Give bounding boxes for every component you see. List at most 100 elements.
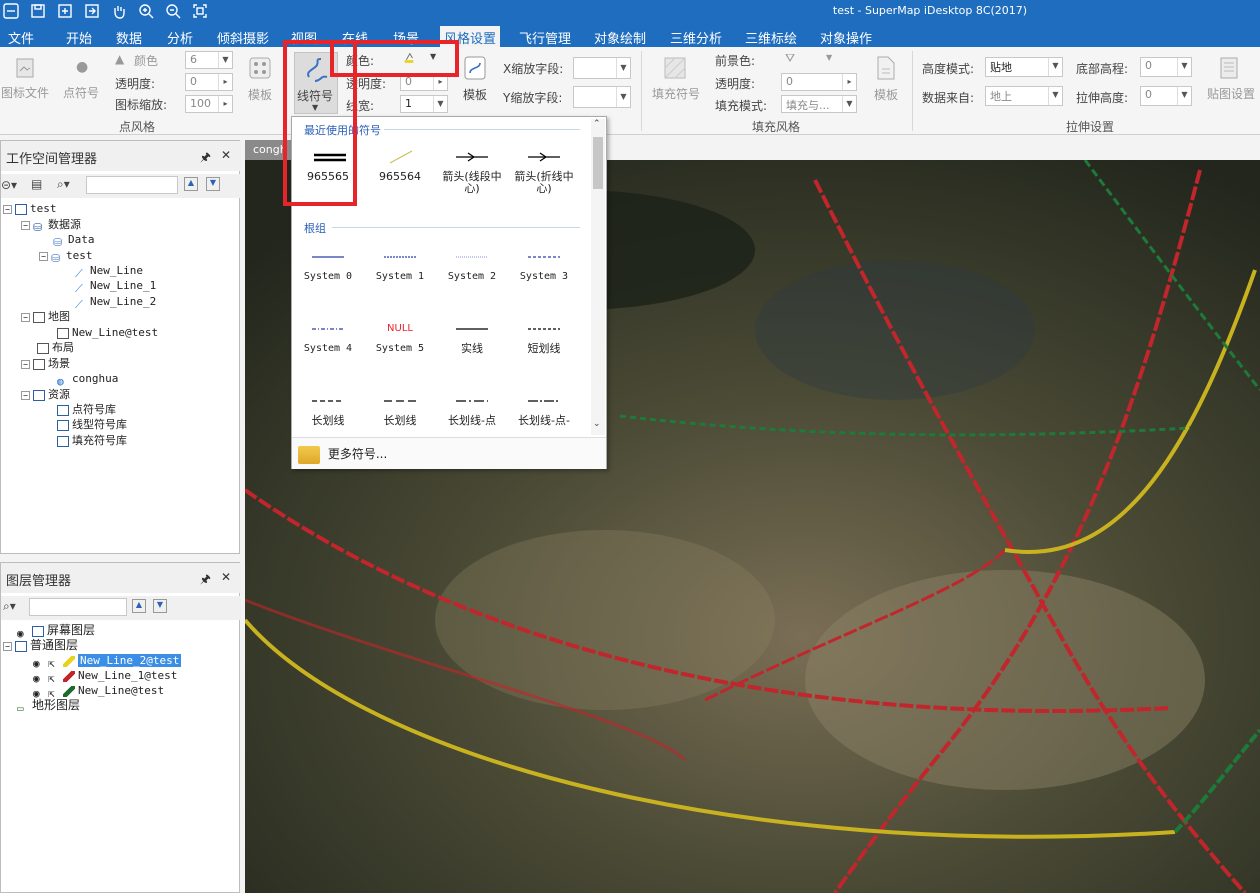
layer-node-new-line-1[interactable]: ◉ ⇱ New_Line_1@test	[33, 668, 177, 685]
bottom-altitude-field[interactable]: 0 ▼	[1140, 57, 1192, 77]
tree-node-new-line[interactable]: ⟋ New_Line	[75, 263, 143, 280]
down-arrow-icon[interactable]: ▼	[153, 599, 167, 613]
scroll-down-icon[interactable]: ⌄	[593, 419, 601, 429]
tab-object-draw[interactable]: 对象绘制	[594, 28, 646, 47]
icon-scale-field[interactable]: 100 ▸	[185, 95, 233, 113]
symbol-965565[interactable]: 965565	[292, 149, 364, 209]
scroll-thumb[interactable]	[593, 137, 603, 189]
tab-3d-analysis[interactable]: 三维分析	[670, 28, 722, 47]
symbol-system-0[interactable]: System 0	[292, 249, 364, 309]
tree-node-resources[interactable]: − 资源	[21, 387, 70, 402]
texture-settings-label[interactable]: 贴图设置	[1207, 85, 1255, 102]
y-scale-field-select[interactable]: ▼	[573, 86, 631, 108]
up-arrow-icon[interactable]: ▲	[132, 599, 146, 613]
chevron-down-icon[interactable]: ▼	[1048, 87, 1062, 105]
open-window-icon[interactable]	[83, 3, 101, 21]
tree-node-layout[interactable]: 布局	[37, 340, 74, 355]
workspace-search-input[interactable]	[86, 176, 178, 194]
up-arrow-icon[interactable]: ▲	[184, 177, 198, 191]
tab-oblique-photo[interactable]: 倾斜摄影	[217, 28, 269, 47]
tab-online[interactable]: 在线	[342, 28, 368, 47]
fill-symbol-label[interactable]: 填充符号	[652, 85, 700, 102]
line-transparency-field[interactable]: 0 ▸	[400, 73, 448, 91]
workspace-open-icon[interactable]: ⊝▾	[1, 178, 17, 192]
tree-node-map-new-line[interactable]: New_Line@test	[57, 325, 158, 340]
tab-analysis[interactable]: 分析	[167, 28, 193, 47]
tab-data[interactable]: 数据	[116, 28, 142, 47]
tab-scene[interactable]: 场景	[393, 28, 419, 47]
chevron-down-icon[interactable]: ▼	[218, 52, 232, 68]
line-template-button[interactable]	[460, 53, 496, 87]
height-mode-select[interactable]: 贴地 ▼	[985, 57, 1063, 77]
tree-node-conghua[interactable]: ◍ conghua	[57, 371, 118, 388]
layer-search-input[interactable]	[29, 598, 127, 616]
symbol-arrow-polyline-center[interactable]: 箭头(折线中 心)	[508, 149, 580, 209]
fill-template-button[interactable]	[870, 53, 906, 87]
x-scale-field-select[interactable]: ▼	[573, 57, 631, 79]
tab-file[interactable]: 文件	[8, 28, 34, 47]
point-symbol-label[interactable]: 点符号	[63, 84, 99, 101]
symbol-system-1[interactable]: System 1	[364, 249, 436, 309]
symbol-solid-line[interactable]: 实线	[436, 321, 508, 381]
chevron-down-icon[interactable]: ▼	[430, 52, 436, 61]
tree-node-new-line-1[interactable]: ⟋ New_Line_1	[75, 278, 156, 295]
point-color-label[interactable]: 颜色	[134, 52, 158, 69]
line-symbol-button[interactable]: 线符号 ▼	[294, 52, 338, 114]
layer-node-new-line-2[interactable]: ◉ ⇱ New_Line_2@test	[33, 653, 182, 670]
search-icon[interactable]: ⌕▾	[57, 177, 70, 192]
scroll-up-icon[interactable]: ⌃	[593, 119, 601, 129]
point-template-button[interactable]	[245, 53, 281, 87]
symbol-system-4[interactable]: System 4	[292, 321, 364, 381]
spin-icon[interactable]: ▸	[218, 74, 232, 90]
tree-node-new-line-2[interactable]: ⟋ New_Line_2	[75, 294, 156, 311]
chevron-down-icon[interactable]: ▼	[842, 96, 856, 112]
workspace-doc-icon[interactable]: ▤	[31, 177, 42, 191]
tree-node-scenes[interactable]: − 场景	[21, 356, 70, 371]
tree-node-test-datasource[interactable]: − ⛁ test	[39, 248, 93, 265]
data-from-select[interactable]: 地上 ▼	[985, 86, 1063, 106]
layer-node-terrain[interactable]: ▭ 地形图层	[17, 698, 80, 715]
new-window-icon[interactable]	[56, 3, 74, 21]
point-symbol-icon[interactable]: ●	[76, 59, 88, 75]
line-width-field[interactable]: 1 ▼	[400, 95, 448, 113]
tree-node-point-lib[interactable]: 点符号库	[57, 402, 116, 417]
pan-hand-icon[interactable]	[110, 3, 128, 21]
fill-symbol-button[interactable]	[660, 53, 696, 87]
symbol-system-5[interactable]: NULL System 5	[364, 321, 436, 381]
fill-template-label[interactable]: 模板	[874, 86, 898, 103]
close-icon[interactable]: ✕	[221, 148, 231, 169]
pin-icon[interactable]: 🖈	[200, 148, 211, 169]
more-symbols-button[interactable]: 更多符号...	[292, 437, 606, 469]
symbol-system-3[interactable]: System 3	[508, 249, 580, 309]
down-arrow-icon[interactable]: ▼	[206, 177, 220, 191]
extrude-height-field[interactable]: 0 ▼	[1140, 86, 1192, 106]
fill-mode-select[interactable]: 填充与... ▼	[781, 95, 857, 113]
tab-3d-plot[interactable]: 三维标绘	[745, 28, 797, 47]
fill-bucket-icon[interactable]: ⛛	[785, 51, 795, 66]
symbol-965564[interactable]: 965564	[364, 149, 436, 209]
save-icon[interactable]	[29, 3, 47, 21]
full-extent-icon[interactable]	[191, 3, 209, 21]
search-icon[interactable]: ⌕▾	[3, 599, 16, 614]
layer-node-new-line[interactable]: ◉ ⇱ New_Line@test	[33, 683, 164, 700]
symbol-short-dash[interactable]: 短划线	[508, 321, 580, 381]
pin-icon[interactable]: 🖈	[200, 570, 211, 591]
spin-icon[interactable]: ▸	[218, 96, 232, 112]
zoom-in-icon[interactable]	[137, 3, 155, 21]
tab-view[interactable]: 视图	[291, 28, 317, 47]
tree-node-data[interactable]: ⛁ Data	[53, 232, 95, 249]
app-icon[interactable]	[2, 3, 20, 21]
line-color-picker-icon[interactable]	[402, 51, 416, 68]
tree-node-datasources[interactable]: − ⛁ 数据源	[21, 217, 81, 234]
scene-tab[interactable]: congh	[245, 140, 293, 160]
symbol-arrow-segment-center[interactable]: 箭头(线段中 心)	[436, 149, 508, 209]
layer-node-screen[interactable]: ◉ 屏幕图层	[17, 623, 95, 640]
zoom-out-icon[interactable]	[164, 3, 182, 21]
tree-node-workspace[interactable]: − test	[3, 201, 57, 216]
close-icon[interactable]: ✕	[221, 570, 231, 591]
point-size-field[interactable]: 6 ▼	[185, 51, 233, 69]
tree-node-line-lib[interactable]: 线型符号库	[57, 417, 127, 432]
tab-object-ops[interactable]: 对象操作	[820, 28, 872, 47]
spin-icon[interactable]: ▸	[433, 74, 447, 90]
point-color-icon[interactable]: ▲	[115, 52, 124, 66]
